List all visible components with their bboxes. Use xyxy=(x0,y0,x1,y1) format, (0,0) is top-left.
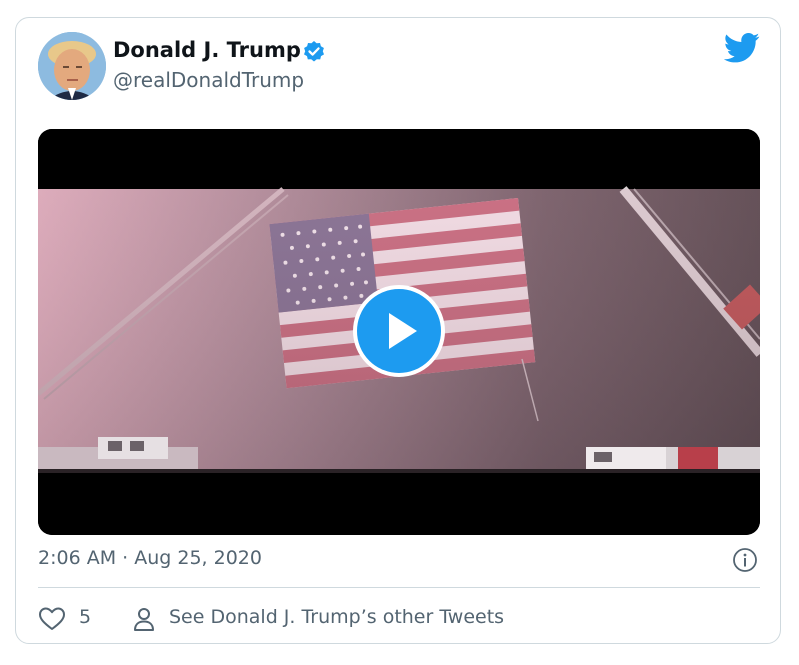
like-button[interactable]: 5 xyxy=(38,604,128,634)
person-icon xyxy=(134,608,154,631)
see-other-tweets-link[interactable]: See Donald J. Trump’s other Tweets xyxy=(132,604,572,634)
info-icon[interactable] xyxy=(732,547,758,573)
divider xyxy=(38,587,760,588)
author-name[interactable]: Donald J. Trump xyxy=(113,38,301,62)
tweet-card: Donald J. Trump @realDonaldTrump 2:06 AM… xyxy=(15,17,781,644)
play-button[interactable] xyxy=(353,285,445,377)
avatar[interactable] xyxy=(38,32,106,100)
play-icon xyxy=(389,313,417,349)
heart-icon xyxy=(39,607,65,630)
author-handle[interactable]: @realDonaldTrump xyxy=(113,68,304,92)
verified-badge-icon xyxy=(302,40,326,64)
tweet-timestamp[interactable]: 2:06 AM · Aug 25, 2020 xyxy=(38,547,262,569)
see-other-tweets-label: See Donald J. Trump’s other Tweets xyxy=(169,606,505,628)
twitter-bird-icon[interactable] xyxy=(723,33,760,63)
like-count: 5 xyxy=(79,606,92,628)
video-player[interactable] xyxy=(38,129,760,535)
